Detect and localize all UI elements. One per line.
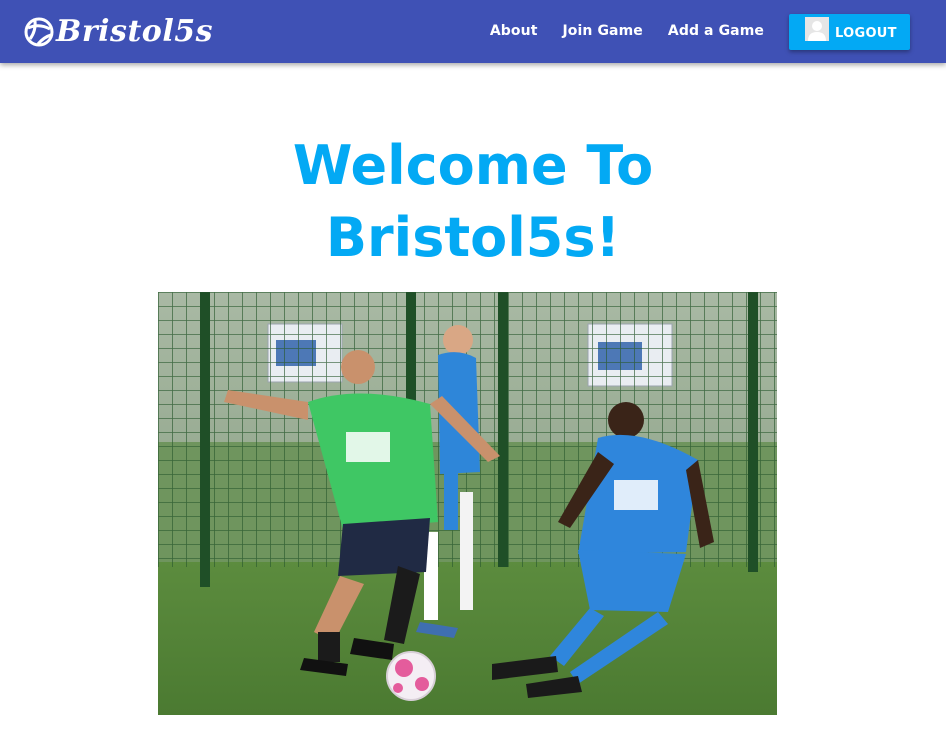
football-icon [24, 17, 54, 47]
nav-link-join-game[interactable]: Join Game [563, 23, 643, 39]
nav-link-add-a-game[interactable]: Add a Game [668, 23, 764, 39]
top-navbar: Bristol5s About Join Game Add a Game LOG… [0, 0, 946, 63]
nav-link-about[interactable]: About [490, 23, 538, 39]
brand-logo-link[interactable]: Bristol5s [24, 13, 213, 51]
page-title: Welcome To Bristol5s! [0, 130, 946, 274]
user-avatar-icon [805, 16, 829, 41]
page-title-line-1: Welcome To [292, 134, 654, 197]
brand-name: Bristol5s [56, 14, 213, 49]
logout-button[interactable]: LOGOUT [789, 13, 910, 50]
page-title-line-2: Bristol5s! [325, 206, 621, 269]
logout-label: LOGOUT [835, 25, 897, 41]
hero-photo [158, 292, 777, 715]
nav-links: About Join Game Add a Game LOGOUT [490, 0, 910, 63]
hero-photo-illustration [158, 292, 777, 715]
